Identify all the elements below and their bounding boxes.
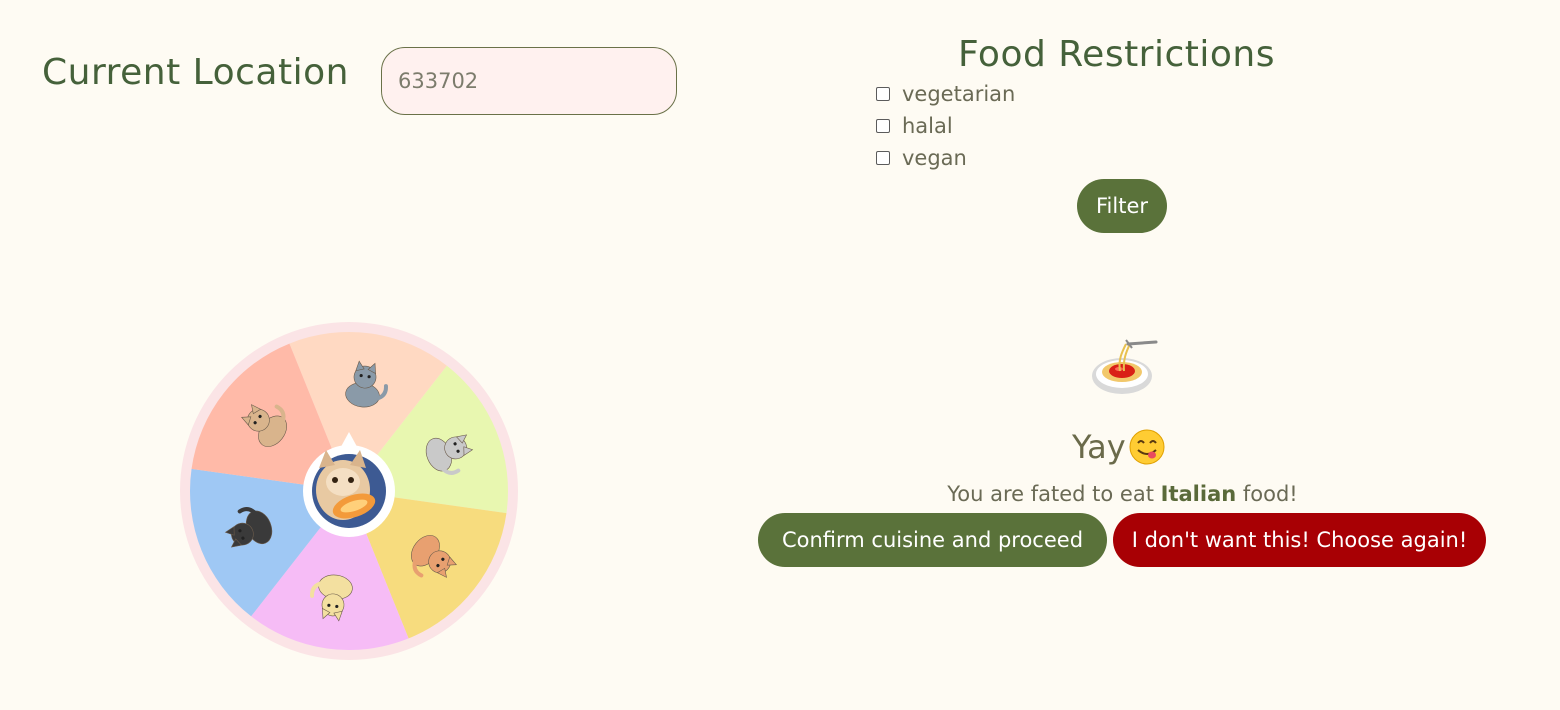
- option-halal[interactable]: halal: [876, 114, 953, 138]
- choose-again-button[interactable]: I don't want this! Choose again!: [1113, 513, 1486, 567]
- option-vegan[interactable]: vegan: [876, 146, 967, 170]
- fate-prefix: You are fated to eat: [947, 482, 1154, 506]
- option-label: vegetarian: [902, 82, 1016, 106]
- location-title: Current Location: [42, 52, 349, 93]
- cuisine-name: Italian: [1160, 482, 1237, 506]
- yay-text: Yay: [1072, 428, 1126, 466]
- vegan-checkbox[interactable]: [876, 151, 890, 165]
- halal-checkbox[interactable]: [876, 119, 890, 133]
- filter-button[interactable]: Filter: [1077, 179, 1167, 233]
- vegetarian-checkbox[interactable]: [876, 87, 890, 101]
- option-label: vegan: [902, 146, 967, 170]
- option-label: halal: [902, 114, 953, 138]
- yay-message: Yay: [1072, 428, 1166, 466]
- restrictions-title: Food Restrictions: [958, 34, 1275, 75]
- option-vegetarian[interactable]: vegetarian: [876, 82, 1015, 106]
- confirm-cuisine-button[interactable]: Confirm cuisine and proceed: [758, 513, 1107, 567]
- spaghetti-icon: [1092, 339, 1158, 394]
- fate-suffix: food!: [1242, 482, 1298, 506]
- location-input[interactable]: [381, 47, 677, 115]
- yum-face-icon: [1129, 429, 1165, 465]
- fate-message: You are fated to eat Italian food!: [0, 482, 1560, 506]
